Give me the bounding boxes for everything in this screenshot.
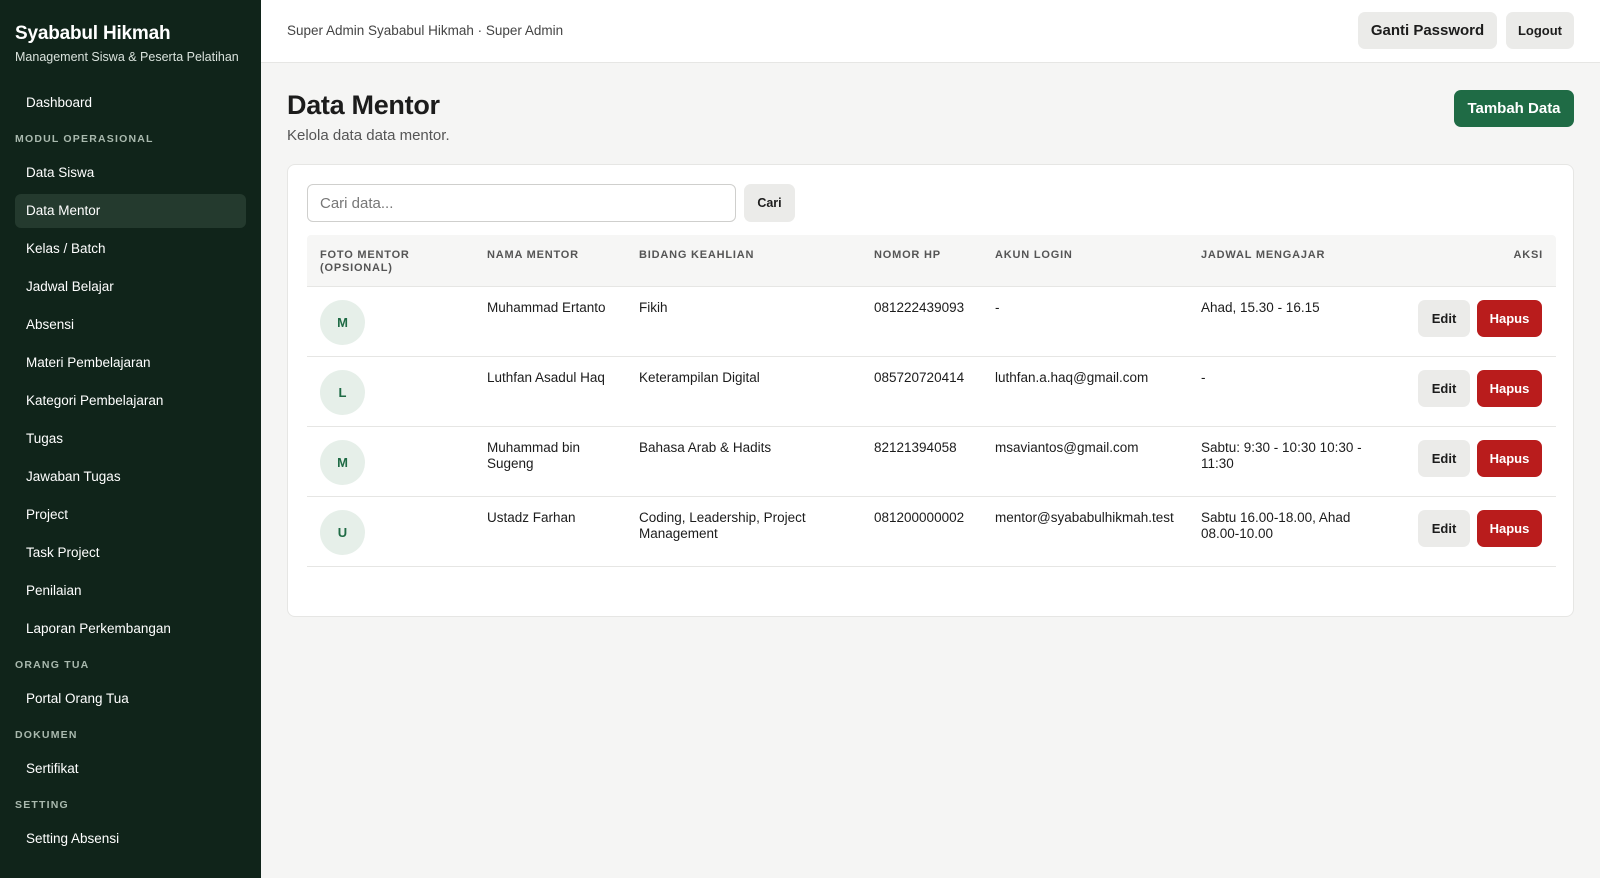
sidebar-item-tugas[interactable]: Tugas bbox=[15, 422, 246, 456]
mentor-skill: Coding, Leadership, Project Management bbox=[639, 510, 806, 541]
page-subtitle: Kelola data data mentor. bbox=[287, 127, 450, 144]
sidebar-item-project[interactable]: Project bbox=[15, 498, 246, 532]
sidebar-item-sertifikat[interactable]: Sertifikat bbox=[15, 752, 246, 786]
sidebar-item-data-siswa[interactable]: Data Siswa bbox=[15, 156, 246, 190]
table-row: M Muhammad bin Sugeng Bahasa Arab & Hadi… bbox=[307, 427, 1556, 497]
mentor-table-card: Cari FOTO MENTOR (OPSIONAL) NAMA MENTOR … bbox=[287, 164, 1574, 617]
section-label-dokumen: DOKUMEN bbox=[15, 729, 78, 741]
mentor-account: mentor@syababulhikmah.test bbox=[995, 510, 1174, 525]
table-row: M Muhammad Ertanto Fikih 081222439093 - … bbox=[307, 287, 1556, 357]
sidebar-item-task-project[interactable]: Task Project bbox=[15, 536, 246, 570]
avatar: M bbox=[320, 440, 365, 485]
mentor-skill: Keterampilan Digital bbox=[639, 370, 760, 385]
sidebar-item-absensi[interactable]: Absensi bbox=[15, 308, 246, 342]
sidebar-item-jadwal-belajar[interactable]: Jadwal Belajar bbox=[15, 270, 246, 304]
column-header-aksi: AKSI bbox=[1513, 249, 1543, 261]
section-label-setting: SETTING bbox=[15, 799, 69, 811]
delete-button[interactable]: Hapus bbox=[1477, 510, 1542, 547]
current-user-label: Super Admin Syababul Hikmah · Super Admi… bbox=[287, 23, 564, 38]
column-header-nomor-hp: NOMOR HP bbox=[874, 249, 941, 261]
add-data-button[interactable]: Tambah Data bbox=[1454, 90, 1574, 127]
column-header-bidang: BIDANG KEAHLIAN bbox=[639, 249, 755, 261]
mentor-account: msaviantos@gmail.com bbox=[995, 440, 1139, 455]
mentor-name: Ustadz Farhan bbox=[487, 510, 576, 525]
delete-button[interactable]: Hapus bbox=[1477, 370, 1542, 407]
mentor-name: Muhammad bin Sugeng bbox=[487, 440, 581, 471]
mentor-account: - bbox=[995, 300, 1000, 315]
column-header-akun-login: AKUN LOGIN bbox=[995, 249, 1073, 261]
sidebar-item-materi-pembelajaran[interactable]: Materi Pembelajaran bbox=[15, 346, 246, 380]
sidebar-item-data-mentor[interactable]: Data Mentor bbox=[15, 194, 246, 228]
edit-button[interactable]: Edit bbox=[1418, 440, 1470, 477]
brand-title: Syababul Hikmah bbox=[15, 23, 171, 44]
avatar: L bbox=[320, 370, 365, 415]
sidebar-item-penilaian[interactable]: Penilaian bbox=[15, 574, 246, 608]
mentor-phone: 085720720414 bbox=[874, 370, 965, 385]
mentor-schedule: Sabtu 16.00-18.00, Ahad 08.00-10.00 bbox=[1201, 510, 1351, 541]
page-title: Data Mentor bbox=[287, 90, 440, 120]
delete-button[interactable]: Hapus bbox=[1477, 440, 1542, 477]
topbar: Super Admin Syababul Hikmah · Super Admi… bbox=[261, 0, 1600, 63]
mentor-name: Muhammad Ertanto bbox=[487, 300, 606, 315]
table-row: U Ustadz Farhan Coding, Leadership, Proj… bbox=[307, 497, 1556, 567]
sidebar-item-portal-orang-tua[interactable]: Portal Orang Tua bbox=[15, 682, 246, 716]
sidebar-item-setting-absensi[interactable]: Setting Absensi bbox=[15, 822, 246, 856]
avatar: U bbox=[320, 510, 365, 555]
search-input[interactable] bbox=[307, 184, 736, 222]
logout-button[interactable]: Logout bbox=[1506, 12, 1574, 49]
sidebar-item-kelas-batch[interactable]: Kelas / Batch bbox=[15, 232, 246, 266]
edit-button[interactable]: Edit bbox=[1418, 370, 1470, 407]
edit-button[interactable]: Edit bbox=[1418, 510, 1470, 547]
sidebar-item-jawaban-tugas[interactable]: Jawaban Tugas bbox=[15, 460, 246, 494]
mentor-skill: Bahasa Arab & Hadits bbox=[639, 440, 772, 455]
delete-button[interactable]: Hapus bbox=[1477, 300, 1542, 337]
column-header-jadwal: JADWAL MENGAJAR bbox=[1201, 249, 1326, 261]
edit-button[interactable]: Edit bbox=[1418, 300, 1470, 337]
mentor-name: Luthfan Asadul Haq bbox=[487, 370, 605, 385]
mentor-schedule: Sabtu: 9:30 - 10:30 10:30 - 11:30 bbox=[1201, 440, 1362, 471]
sidebar-item-laporan-perkembangan[interactable]: Laporan Perkembangan bbox=[15, 612, 246, 646]
brand-subtitle: Management Siswa & Peserta Pelatihan bbox=[15, 50, 239, 64]
section-label-modul-operasional: MODUL OPERASIONAL bbox=[15, 133, 154, 145]
section-label-orang-tua: ORANG TUA bbox=[15, 659, 90, 671]
mentor-phone: 82121394058 bbox=[874, 440, 957, 455]
column-header-nama: NAMA MENTOR bbox=[487, 249, 579, 261]
sidebar-item-dashboard[interactable]: Dashboard bbox=[15, 86, 246, 120]
sidebar-item-kategori-pembelajaran[interactable]: Kategori Pembelajaran bbox=[15, 384, 246, 418]
mentor-table: FOTO MENTOR (OPSIONAL) NAMA MENTOR BIDAN… bbox=[307, 235, 1556, 567]
mentor-phone: 081222439093 bbox=[874, 300, 965, 315]
column-header-foto: FOTO MENTOR (OPSIONAL) bbox=[320, 249, 410, 274]
mentor-skill: Fikih bbox=[639, 300, 668, 315]
table-row: L Luthfan Asadul Haq Keterampilan Digita… bbox=[307, 357, 1556, 427]
search-button[interactable]: Cari bbox=[744, 184, 795, 222]
sidebar: Syababul Hikmah Management Siswa & Peser… bbox=[0, 0, 261, 878]
mentor-schedule: Ahad, 15.30 - 16.15 bbox=[1201, 300, 1320, 315]
mentor-schedule: - bbox=[1201, 370, 1206, 385]
table-header: FOTO MENTOR (OPSIONAL) NAMA MENTOR BIDAN… bbox=[307, 235, 1556, 287]
change-password-button[interactable]: Ganti Password bbox=[1358, 12, 1497, 49]
mentor-account: luthfan.a.haq@gmail.com bbox=[995, 370, 1149, 385]
avatar: M bbox=[320, 300, 365, 345]
mentor-phone: 081200000002 bbox=[874, 510, 965, 525]
